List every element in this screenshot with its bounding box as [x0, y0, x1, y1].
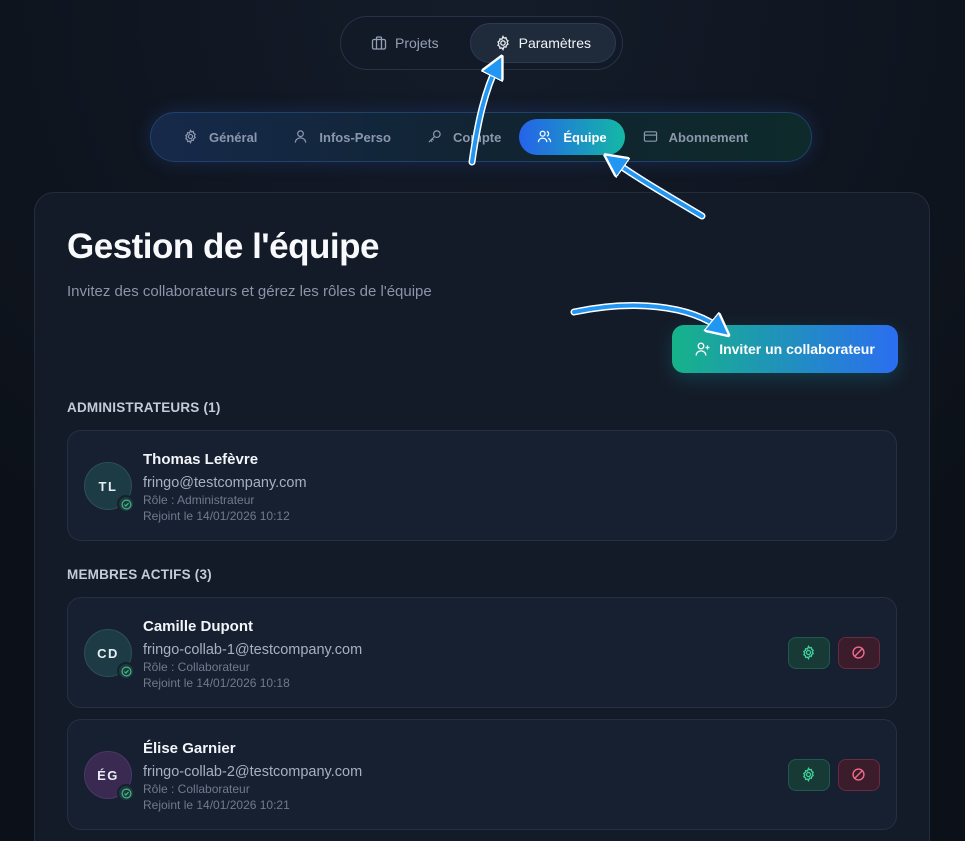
- admins-section-label: ADMINISTRATEURS (1): [67, 400, 221, 415]
- gear-icon: [801, 767, 817, 783]
- gear-icon: [495, 35, 511, 51]
- ban-icon: [851, 767, 867, 783]
- user-plus-icon: [695, 341, 711, 357]
- tab-label: Compte: [452, 129, 502, 145]
- users-icon: [537, 129, 553, 145]
- member-joined-date: Rejoint le 14/01/2026 10:12: [143, 509, 290, 523]
- team-management-card: Gestion de l'équipe Invitez des collabor…: [34, 192, 930, 841]
- gear-icon: [801, 645, 817, 661]
- tab-label: Infos-Perso: [319, 129, 391, 145]
- member-name: Thomas Lefèvre: [143, 451, 259, 468]
- tab-parametres[interactable]: Paramètres: [469, 23, 616, 63]
- tab-label: Paramètres: [518, 35, 591, 51]
- member-row: ÉG Élise Garnier fringo-collab-2@testcom…: [67, 719, 897, 830]
- page-title: Gestion de l'équipe: [67, 227, 379, 266]
- invite-collaborator-button[interactable]: Inviter un collaborateur: [672, 325, 898, 373]
- verified-check-icon: [117, 784, 135, 802]
- avatar-initials: TL: [98, 478, 118, 494]
- member-joined-date: Rejoint le 14/01/2026 10:21: [143, 798, 290, 812]
- member-role: Rôle : Administrateur: [143, 493, 255, 507]
- tab-label: Général: [209, 129, 258, 145]
- tab-general[interactable]: Général: [165, 119, 275, 155]
- admin-row: TL Thomas Lefèvre fringo@testcompany.com…: [67, 430, 897, 541]
- member-name: Élise Garnier: [143, 740, 236, 757]
- avatar-initials: CD: [97, 645, 119, 661]
- member-name: Camille Dupont: [143, 618, 254, 635]
- invite-button-label: Inviter un collaborateur: [719, 341, 875, 357]
- avatar: CD: [84, 629, 135, 680]
- credit-card-icon: [643, 129, 659, 145]
- member-row: CD Camille Dupont fringo-collab-1@testco…: [67, 597, 897, 708]
- members-section-label: MEMBRES ACTIFS (3): [67, 567, 212, 582]
- tab-compte[interactable]: Compte: [409, 119, 519, 155]
- ban-icon: [851, 645, 867, 661]
- avatar-initials: ÉG: [97, 767, 119, 783]
- tab-projets[interactable]: Projets: [347, 23, 464, 63]
- top-nav: Projets Paramètres: [340, 16, 623, 70]
- member-block-button[interactable]: [838, 759, 880, 791]
- avatar: ÉG: [84, 751, 135, 802]
- verified-check-icon: [117, 495, 135, 513]
- member-email: fringo-collab-2@testcompany.com: [143, 764, 363, 780]
- tab-label: Abonnement: [668, 129, 749, 145]
- member-block-button[interactable]: [838, 637, 880, 669]
- gear-icon: [183, 129, 199, 145]
- member-settings-button[interactable]: [788, 637, 830, 669]
- briefcase-icon: [371, 35, 387, 51]
- verified-check-icon: [117, 662, 135, 680]
- page-subtitle: Invitez des collaborateurs et gérez les …: [67, 283, 432, 300]
- settings-sub-nav: Général Infos-Perso Compte Équipe Abonne…: [150, 112, 812, 162]
- member-email: fringo@testcompany.com: [143, 475, 307, 491]
- tab-equipe[interactable]: Équipe: [519, 119, 625, 155]
- member-role: Rôle : Collaborateur: [143, 660, 250, 674]
- member-settings-button[interactable]: [788, 759, 830, 791]
- member-email: fringo-collab-1@testcompany.com: [143, 642, 363, 658]
- tab-infos-perso[interactable]: Infos-Perso: [275, 119, 409, 155]
- avatar: TL: [84, 462, 135, 513]
- member-role: Rôle : Collaborateur: [143, 782, 250, 796]
- tab-label: Projets: [395, 35, 439, 51]
- key-icon: [427, 129, 443, 145]
- user-icon: [293, 129, 309, 145]
- tab-abonnement[interactable]: Abonnement: [625, 119, 766, 155]
- tab-label: Équipe: [563, 129, 607, 145]
- member-joined-date: Rejoint le 14/01/2026 10:18: [143, 676, 290, 690]
